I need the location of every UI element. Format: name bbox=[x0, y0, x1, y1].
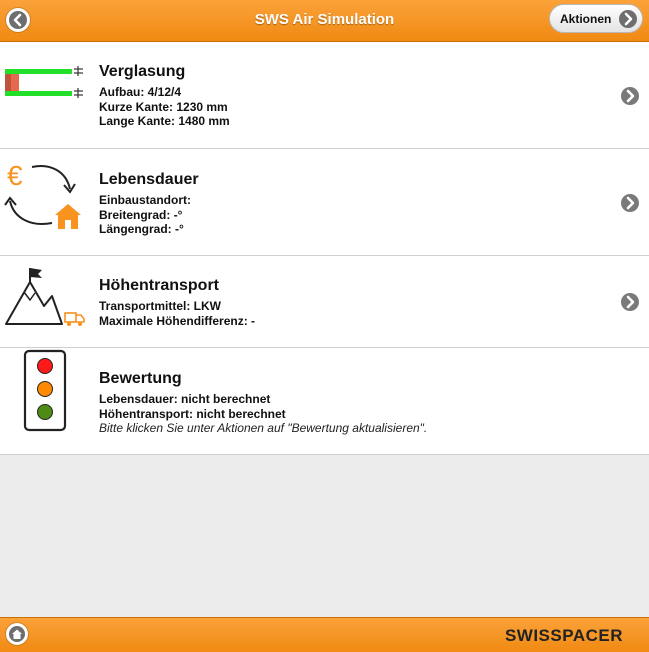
list-item-line: Breitengrad: -° bbox=[99, 207, 183, 222]
list-item-line: Höhentransport: nicht berechnet bbox=[99, 406, 286, 421]
list-item-line: Längengrad: -° bbox=[99, 222, 184, 236]
list-item-verglasung[interactable]: Verglasung Aufbau: 4/12/4 Kurze Kante: 1… bbox=[0, 42, 649, 149]
list-item-line: Einbaustandort: bbox=[99, 193, 191, 207]
list-item-text: Bewertung Lebensdauer: nicht berechnet H… bbox=[99, 370, 427, 436]
list-item-line: Maximale Höhendifferenz: - bbox=[99, 313, 256, 328]
list-item-line: Transportmittel: LKW bbox=[99, 299, 221, 313]
list-item-line: Aufbau: 4/12/4 bbox=[99, 85, 182, 99]
settings-list: Verglasung Aufbau: 4/12/4 Kurze Kante: 1… bbox=[0, 42, 649, 455]
list-item-text: Verglasung Aufbau: 4/12/4 Kurze Kante: 1… bbox=[99, 63, 230, 129]
header-bar: SWS Air Simulation Aktionen bbox=[0, 0, 649, 42]
list-item-line: Lebensdauer: nicht berechnet bbox=[99, 392, 271, 406]
list-item-bewertung[interactable]: Bewertung Lebensdauer: nicht berechnet H… bbox=[0, 348, 649, 455]
list-item-title: Verglasung bbox=[99, 63, 186, 80]
home-button[interactable] bbox=[6, 623, 28, 645]
traffic-light-icon bbox=[0, 348, 95, 459]
list-item-text: Lebensdauer Einbaustandort: Breitengrad:… bbox=[99, 171, 199, 237]
chevron-right-icon bbox=[621, 194, 639, 212]
home-icon bbox=[9, 626, 25, 642]
list-item-text: Höhentransport Transportmittel: LKW Maxi… bbox=[99, 277, 255, 328]
lifecycle-icon: € bbox=[0, 149, 95, 260]
list-item-line: Kurze Kante: 1230 mm bbox=[99, 99, 228, 114]
svg-text:€: € bbox=[7, 160, 23, 191]
list-item-title: Höhentransport bbox=[99, 277, 219, 294]
list-item-title: Bewertung bbox=[99, 370, 182, 387]
list-item-title: Lebensdauer bbox=[99, 171, 199, 188]
brand-logo: SWISSPACER bbox=[504, 626, 623, 645]
chevron-right-icon bbox=[619, 10, 637, 28]
hint-text: Bitte klicken Sie unter Aktionen auf "Be… bbox=[99, 421, 428, 435]
list-item-line: Lange Kante: 1480 mm bbox=[99, 114, 230, 128]
chevron-right-icon bbox=[621, 87, 639, 105]
mountain-transport-icon bbox=[0, 256, 95, 352]
list-item-lebensdauer[interactable]: € Lebensdauer Einbaustandort: Breitengra… bbox=[0, 149, 649, 256]
actions-button[interactable]: Aktionen bbox=[549, 4, 643, 33]
list-item-hoehentransport[interactable]: Höhentransport Transportmittel: LKW Maxi… bbox=[0, 256, 649, 348]
footer-bar: SWISSPACER bbox=[0, 617, 649, 652]
glazing-icon bbox=[0, 42, 95, 153]
actions-button-label: Aktionen bbox=[560, 12, 612, 26]
chevron-right-icon bbox=[621, 293, 639, 311]
